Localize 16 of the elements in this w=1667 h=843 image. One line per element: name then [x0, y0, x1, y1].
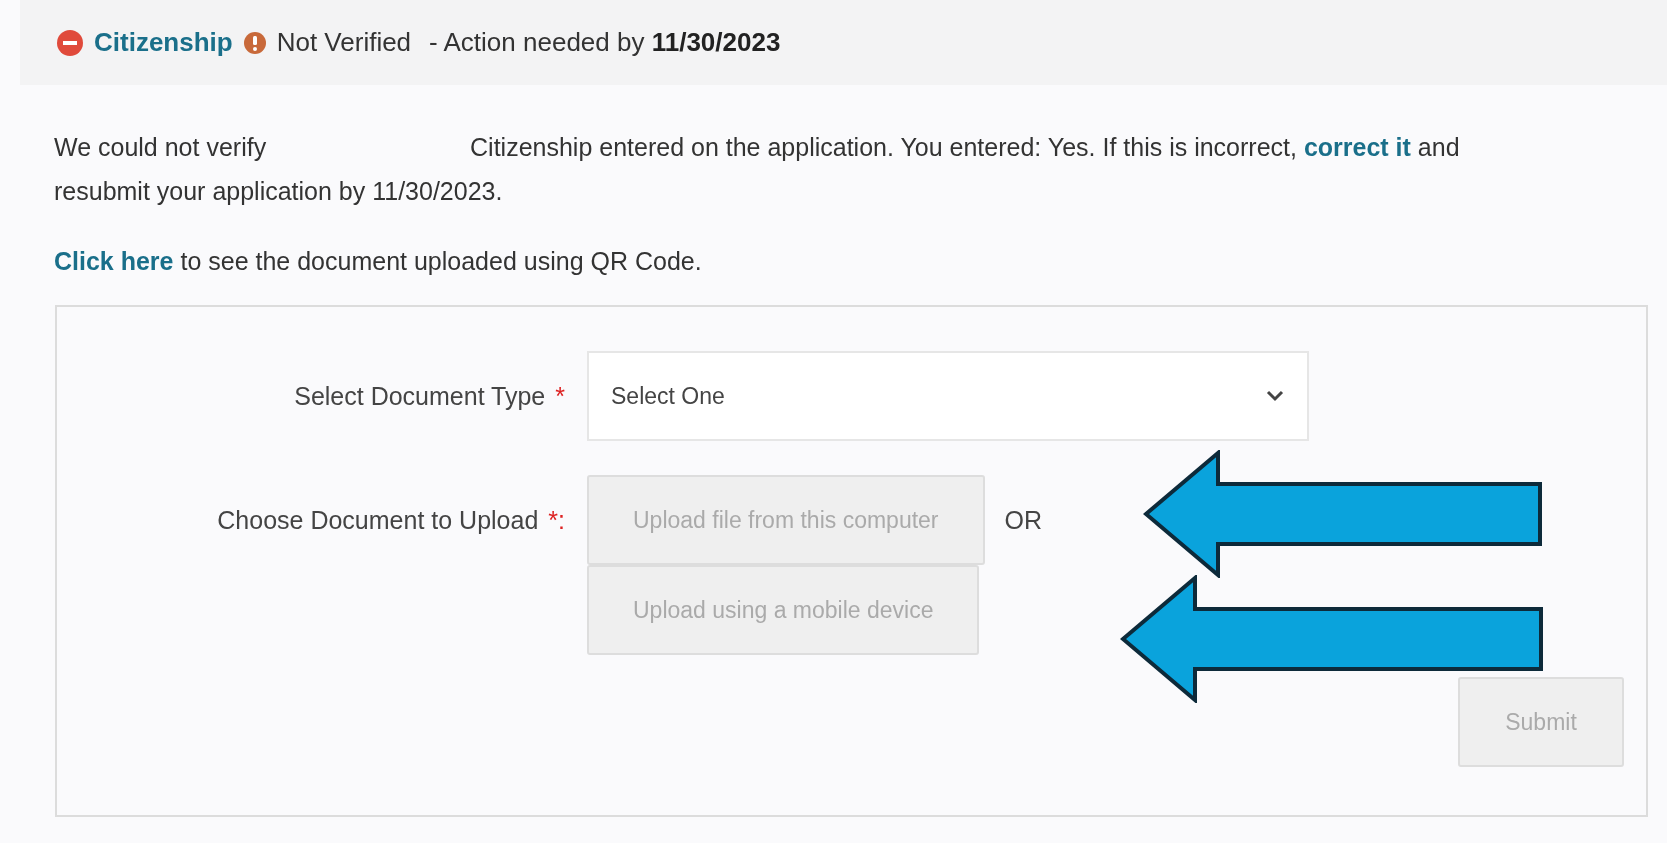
chevron-down-icon	[1265, 389, 1285, 403]
minus-circle-icon	[56, 28, 84, 57]
exclamation-circle-icon	[242, 30, 267, 55]
document-type-dropdown[interactable]: Select One	[587, 351, 1309, 441]
click-here-link[interactable]: Click here	[54, 247, 174, 275]
section-title: Citizenship	[94, 27, 233, 58]
required-mark: *	[555, 381, 565, 411]
field-label: Select Document Type	[294, 381, 546, 411]
qr-code-note: Click here to see the document uploaded using QR Code.	[54, 246, 703, 277]
verification-message: We could not verify Citizenship entered on the application. You entered: Yes. If this is incorrect, correct it and resubmit your application by 11/30/2023.	[54, 132, 1461, 207]
action-deadline: - Action needed by 11/30/2023	[429, 27, 781, 58]
correct-it-link[interactable]: correct it	[1303, 133, 1411, 161]
required-mark: *:	[548, 505, 565, 535]
status-text: Not Verified	[276, 27, 412, 58]
field-label: Choose Document to Upload	[217, 505, 539, 535]
or-separator: OR	[1004, 505, 1042, 536]
